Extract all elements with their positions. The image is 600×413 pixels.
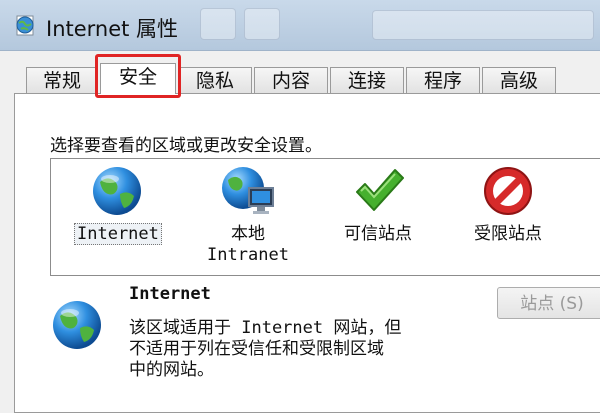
globe-document-icon [16,15,34,36]
sites-button[interactable]: 站点 (S) [497,287,600,319]
background-address-bar [372,10,594,40]
globe-computer-icon [222,167,274,214]
zone-trusted-sites[interactable]: 可信站点 [330,164,426,245]
zone-restricted-sites[interactable]: 受限站点 [460,164,556,245]
zone-local-intranet[interactable]: 本地 Intranet [203,164,293,266]
green-check-icon [356,169,404,211]
window-title: Internet 属性 [46,17,179,41]
tab-content[interactable]: 内容 [254,67,328,93]
tab-programs[interactable]: 程序 [406,67,480,93]
background-window-button [244,8,280,40]
zone-label: 受限站点 [474,224,542,244]
tab-privacy[interactable]: 隐私 [178,67,252,93]
tab-general[interactable]: 常规 [26,67,98,93]
tab-advanced[interactable]: 高级 [482,67,556,93]
zone-description-title: Internet [129,284,211,304]
zone-label-secondary: Intranet [207,245,289,265]
tab-connections[interactable]: 连接 [330,67,404,93]
globe-icon [93,167,141,215]
zone-label: 本地 [231,224,265,244]
zone-label: Internet [74,223,162,245]
zone-internet[interactable]: Internet [74,164,162,245]
zone-label: 可信站点 [344,224,412,244]
title-bar: Internet 属性 [0,0,600,51]
highlight-box [95,54,181,98]
zone-description-text: 该区域适用于 Internet 网站，但 不适用于列在受信任和受限制区域 中的网… [129,318,402,380]
no-entry-icon [484,167,532,215]
zone-instruction: 选择要查看的区域或更改安全设置。 [50,136,322,156]
globe-icon [53,301,101,349]
background-window-button [200,8,236,40]
tab-strip: 常规 安全 隐私 内容 连接 程序 高级 [0,63,600,94]
